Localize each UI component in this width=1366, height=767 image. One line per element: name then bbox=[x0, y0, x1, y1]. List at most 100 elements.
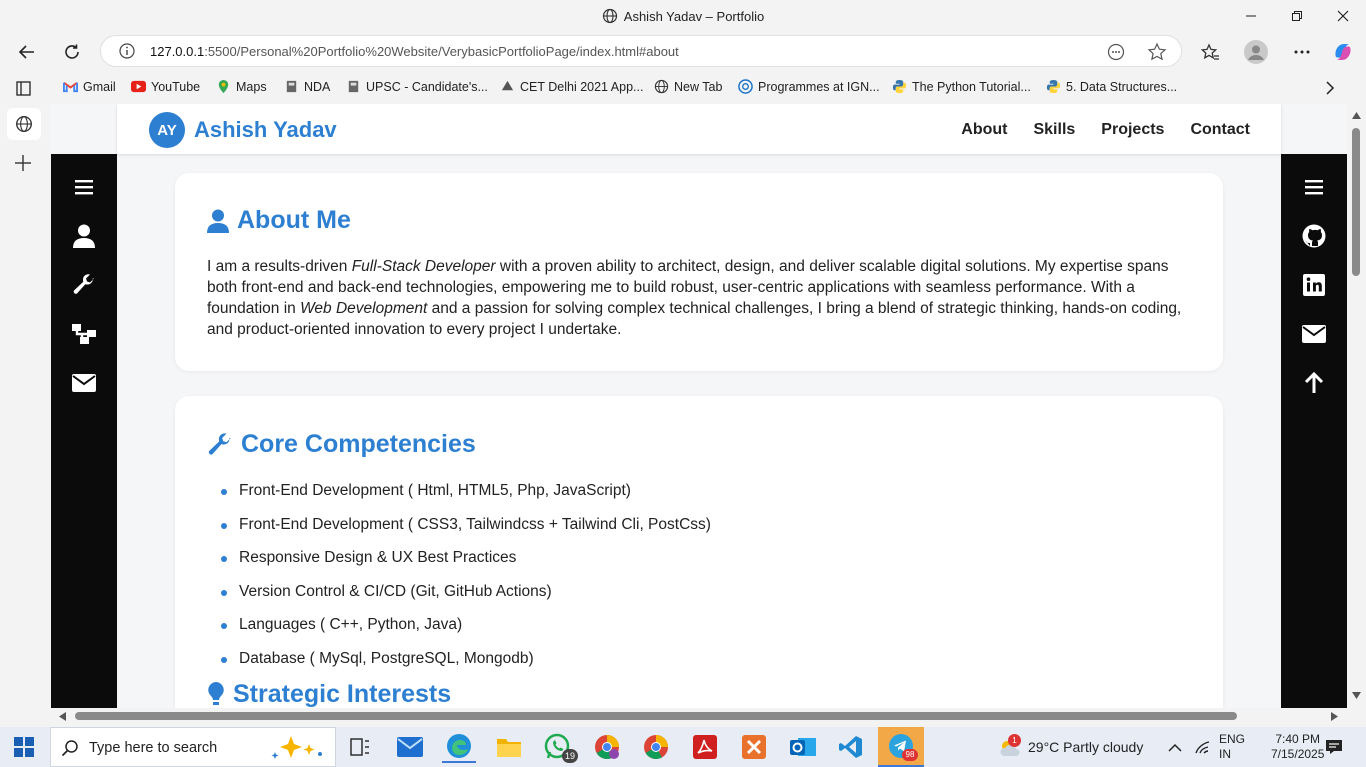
reading-mode-icon[interactable] bbox=[1107, 43, 1125, 66]
refresh-icon bbox=[65, 44, 79, 59]
taskbar-app-orange[interactable] bbox=[737, 731, 771, 763]
folder-icon bbox=[497, 739, 521, 757]
search-placeholder: Type here to search bbox=[89, 740, 218, 756]
taskbar-chrome-profile[interactable] bbox=[590, 731, 624, 763]
taskbar-whatsapp[interactable]: 19 bbox=[541, 731, 578, 763]
scroll-left-icon[interactable] bbox=[59, 712, 66, 721]
profile-button[interactable] bbox=[1240, 36, 1272, 68]
bookmark-data-structures[interactable]: 5. Data Structures... bbox=[1046, 79, 1177, 94]
menu-projects[interactable]: Projects bbox=[1101, 121, 1164, 139]
minimize-button[interactable] bbox=[1228, 0, 1274, 32]
youtube-icon bbox=[131, 80, 146, 93]
bookmark-new-tab[interactable]: New Tab bbox=[654, 79, 722, 94]
edge-sidebar bbox=[0, 104, 48, 708]
wrench-icon[interactable] bbox=[71, 272, 97, 298]
github-icon[interactable] bbox=[1301, 223, 1327, 249]
competencies-heading-text: Core Competencies bbox=[241, 430, 476, 458]
taskbar-outlook[interactable] bbox=[786, 731, 820, 763]
logo-badge[interactable]: AY bbox=[149, 112, 185, 148]
language-code: ENG bbox=[1219, 732, 1246, 746]
bookmark-cet[interactable]: CET Delhi 2021 App... bbox=[500, 79, 643, 94]
bookmark-nda[interactable]: NDA bbox=[284, 79, 330, 94]
emblem-icon bbox=[348, 80, 359, 93]
language-indicator[interactable]: ENG IN bbox=[1219, 732, 1245, 762]
tray-chevron-up-icon[interactable] bbox=[1168, 740, 1182, 758]
taskbar-acrobat[interactable] bbox=[688, 731, 722, 763]
sitemap-icon[interactable] bbox=[71, 321, 97, 347]
settings-menu-button[interactable] bbox=[1286, 36, 1318, 68]
about-text-1: I am a results-driven bbox=[207, 258, 352, 275]
telegram-badge: 98 bbox=[902, 749, 918, 761]
menu-contact[interactable]: Contact bbox=[1190, 121, 1250, 139]
list-item: Database ( MySql, PostgreSQL, Mongodb) bbox=[207, 648, 711, 682]
back-button[interactable] bbox=[11, 36, 43, 68]
notifications-icon[interactable] bbox=[1325, 738, 1343, 761]
refresh-button[interactable] bbox=[56, 36, 88, 68]
vertical-scroll-thumb[interactable] bbox=[1352, 128, 1360, 276]
bookmark-ignou[interactable]: Programmes at IGN... bbox=[738, 79, 880, 94]
brand-name[interactable]: Ashish Yadav bbox=[194, 117, 337, 143]
user-icon bbox=[207, 208, 229, 234]
favorite-star-icon[interactable] bbox=[1147, 42, 1167, 67]
task-view-button[interactable] bbox=[343, 731, 377, 763]
scroll-up-icon[interactable] bbox=[1352, 112, 1361, 119]
bookmark-label: The Python Tutorial... bbox=[912, 79, 1031, 94]
start-button[interactable] bbox=[14, 737, 34, 762]
taskbar-mail[interactable] bbox=[393, 731, 427, 763]
envelope-icon[interactable] bbox=[71, 370, 97, 396]
taskbar-edge[interactable] bbox=[442, 731, 476, 763]
scroll-right-icon[interactable] bbox=[1331, 712, 1338, 721]
vertical-scrollbar[interactable] bbox=[1347, 104, 1366, 708]
plus-icon bbox=[15, 155, 31, 171]
window-title-text: Ashish Yadav – Portfolio bbox=[623, 9, 765, 24]
task-view-icon bbox=[350, 738, 369, 756]
taskbar-telegram[interactable]: 98 bbox=[878, 727, 924, 767]
taskbar-search-box[interactable]: Type here to search bbox=[50, 727, 336, 767]
url-text[interactable]: 127.0.0.1:5500/Personal%20Portfolio%20We… bbox=[150, 44, 679, 59]
hamburger-icon[interactable] bbox=[71, 174, 97, 200]
address-bar[interactable]: 127.0.0.1:5500/Personal%20Portfolio%20We… bbox=[100, 35, 1182, 67]
acrobat-icon bbox=[693, 735, 717, 759]
bookmark-python-tutorial[interactable]: The Python Tutorial... bbox=[892, 79, 1031, 94]
info-icon[interactable] bbox=[119, 43, 135, 64]
bookmarks-bar: Gmail YouTube Maps NDA UPSC - Candidate'… bbox=[0, 72, 1366, 104]
taskbar-chrome[interactable] bbox=[639, 731, 673, 763]
competencies-heading: Core Competencies bbox=[207, 430, 476, 459]
bookmark-label: YouTube bbox=[151, 79, 201, 94]
scroll-down-icon[interactable] bbox=[1352, 692, 1361, 699]
taskbar-vscode[interactable] bbox=[834, 731, 868, 763]
minimize-icon bbox=[1246, 15, 1256, 17]
outlook-icon bbox=[790, 738, 816, 756]
chevron-right-icon[interactable] bbox=[1323, 80, 1337, 101]
taskbar-file-explorer[interactable] bbox=[492, 731, 526, 763]
arrow-up-icon[interactable] bbox=[1301, 370, 1327, 396]
tab-actions-icon[interactable] bbox=[16, 81, 31, 101]
bookmark-gmail[interactable]: Gmail bbox=[63, 79, 116, 94]
bookmark-upsc[interactable]: UPSC - Candidate's... bbox=[346, 79, 488, 94]
bookmark-maps[interactable]: Maps bbox=[216, 79, 267, 94]
menu-about[interactable]: About bbox=[961, 121, 1007, 139]
horizontal-scroll-thumb[interactable] bbox=[75, 712, 1237, 720]
bookmark-label: Gmail bbox=[83, 79, 116, 94]
taskbar-clock[interactable]: 7:40 PM 7/15/2025 bbox=[1271, 732, 1324, 762]
bookmark-youtube[interactable]: YouTube bbox=[131, 79, 200, 94]
new-tab-button[interactable] bbox=[14, 154, 32, 177]
windows-taskbar: Type here to search 19 98 29°C Partly cl… bbox=[0, 727, 1366, 767]
envelope-icon[interactable] bbox=[1301, 321, 1327, 347]
bookmark-label: Maps bbox=[236, 79, 267, 94]
user-icon[interactable] bbox=[71, 223, 97, 249]
network-icon[interactable] bbox=[1194, 739, 1210, 760]
close-button[interactable] bbox=[1320, 0, 1366, 32]
horizontal-scrollbar[interactable] bbox=[51, 708, 1347, 724]
copilot-button[interactable] bbox=[1327, 36, 1359, 68]
weather-widget[interactable]: 29°C Partly cloudy 1 bbox=[998, 734, 1143, 758]
sidebar-tab-portfolio[interactable] bbox=[7, 108, 41, 140]
linkedin-icon[interactable] bbox=[1301, 272, 1327, 298]
menu-skills[interactable]: Skills bbox=[1033, 121, 1075, 139]
close-icon bbox=[1337, 10, 1349, 22]
favorites-button[interactable] bbox=[1194, 36, 1226, 68]
chrome-icon bbox=[595, 735, 619, 760]
restore-button[interactable] bbox=[1274, 0, 1320, 32]
globe-icon bbox=[602, 8, 617, 24]
hamburger-icon[interactable] bbox=[1301, 174, 1327, 200]
